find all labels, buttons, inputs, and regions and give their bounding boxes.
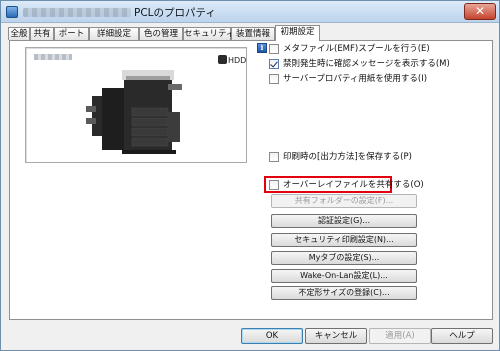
hdd-icon: [218, 55, 227, 64]
tab-ports[interactable]: ポート: [54, 27, 89, 40]
option-share-overlay-label: オーバーレイファイルを共有する(O): [283, 180, 424, 190]
info-icon[interactable]: i: [257, 43, 267, 53]
tab-color-management[interactable]: 色の管理: [139, 27, 183, 40]
tab-advanced[interactable]: 詳細設定: [89, 27, 139, 40]
option-server-paper[interactable]: サーバープロパティ用紙を使用する(I): [269, 73, 449, 86]
custom-size-register-button[interactable]: 不定形サイズの登録(C)...: [271, 286, 417, 300]
option-conflict-message[interactable]: 禁則発生時に確認メッセージを表示する(M): [269, 58, 450, 71]
wake-on-lan-settings-button[interactable]: Wake-On-Lan設定(L)...: [271, 269, 417, 283]
ok-button[interactable]: OK: [241, 328, 303, 344]
side-tray: [168, 112, 180, 142]
option-emf-spool-checkbox[interactable]: [269, 44, 279, 54]
title-bar[interactable]: PCLのプロパティ ✕: [1, 1, 499, 23]
auth-settings-button[interactable]: 認証設定(G)...: [271, 214, 417, 228]
paper-drawer-4: [131, 137, 169, 147]
control-panel: [168, 84, 182, 90]
blurred-printer-name: [23, 8, 131, 17]
help-button[interactable]: ヘルプ: [431, 328, 493, 344]
tab-device-info[interactable]: 装置情報: [231, 27, 275, 40]
option-save-output-method-checkbox[interactable]: [269, 152, 279, 162]
mfp-device-illustration: [86, 70, 182, 154]
base-stand: [122, 150, 176, 154]
option-conflict-message-label: 禁則発生時に確認メッセージを表示する(M): [283, 59, 450, 69]
option-emf-spool[interactable]: メタファイル(EMF)スプールを行う(E): [269, 43, 449, 56]
tab-sharing[interactable]: 共有: [30, 27, 54, 40]
cancel-button[interactable]: キャンセル: [305, 328, 367, 344]
option-save-output-method[interactable]: 印刷時の[出力方法]を保存する(P): [269, 151, 449, 164]
printer-app-icon: [6, 6, 18, 18]
security-print-settings-button[interactable]: セキュリティ印刷設定(N)...: [271, 233, 417, 247]
my-tab-settings-button[interactable]: Myタブの設定(S)...: [271, 251, 417, 265]
output-tray-2: [86, 118, 96, 124]
finisher-unit: [102, 88, 124, 150]
hdd-badge: HDD: [218, 55, 246, 65]
option-conflict-message-checkbox[interactable]: [269, 59, 279, 69]
paper-drawer-1: [131, 107, 169, 117]
option-share-overlay-checkbox[interactable]: [269, 180, 279, 190]
tab-initial-settings[interactable]: 初期設定: [275, 25, 320, 41]
option-emf-spool-label: メタファイル(EMF)スプールを行う(E): [283, 44, 430, 54]
finisher-tray: [92, 96, 102, 136]
paper-drawer-2: [131, 117, 169, 127]
window-title: PCLのプロパティ: [134, 7, 216, 19]
shared-folder-settings-button[interactable]: 共有フォルダーの設定(F)...: [271, 194, 417, 208]
tab-security[interactable]: セキュリティ: [183, 27, 235, 40]
tab-general[interactable]: 全般: [8, 27, 30, 40]
blurred-model-name: [34, 54, 72, 60]
hdd-label: HDD: [228, 56, 247, 65]
close-button[interactable]: ✕: [464, 3, 496, 20]
apply-button[interactable]: 適用(A): [369, 328, 431, 344]
paper-drawer-3: [131, 127, 169, 137]
option-server-paper-label: サーバープロパティ用紙を使用する(I): [283, 74, 428, 84]
option-server-paper-checkbox[interactable]: [269, 74, 279, 84]
option-share-overlay[interactable]: オーバーレイファイルを共有する(O): [269, 179, 424, 192]
option-save-output-method-label: 印刷時の[出力方法]を保存する(P): [283, 152, 412, 162]
output-tray-1: [86, 106, 96, 112]
document-feeder: [126, 76, 170, 80]
properties-dialog: PCLのプロパティ ✕ 全般 共有 ポート 詳細設定 色の管理 セキュリティ 装…: [0, 0, 500, 351]
device-preview: HDD: [25, 47, 247, 163]
